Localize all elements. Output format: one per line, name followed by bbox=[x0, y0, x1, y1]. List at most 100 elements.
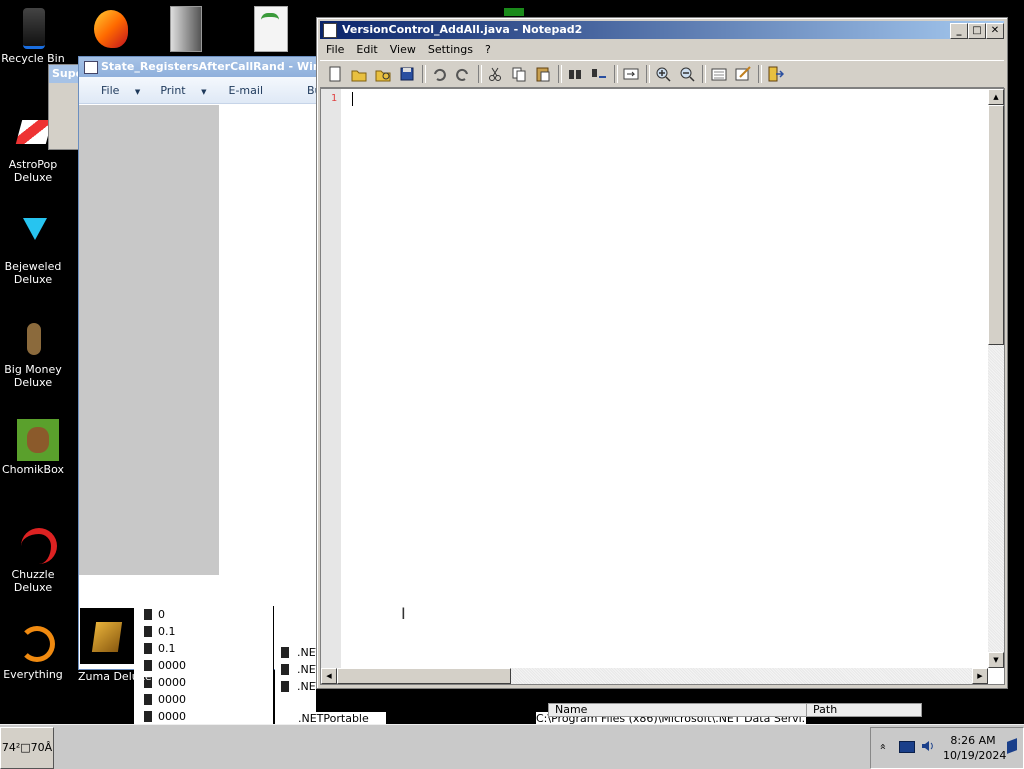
registry-value-icon bbox=[144, 643, 152, 654]
horizontal-scroll-thumb[interactable] bbox=[337, 668, 511, 684]
desktop-icon-label: Zuma Deluxe bbox=[78, 670, 152, 683]
menu-settings[interactable]: Settings bbox=[422, 41, 479, 59]
desktop-icon-chomikbox[interactable]: ChomikBox bbox=[0, 419, 66, 476]
zoom-in-icon[interactable] bbox=[654, 65, 672, 83]
list-item-label: 0.1 bbox=[158, 642, 176, 655]
tray-expand-chevron-icon[interactable]: » bbox=[876, 743, 889, 750]
zoom-out-icon[interactable] bbox=[678, 65, 696, 83]
start-button[interactable]: 74²□70Â bbox=[0, 727, 54, 769]
list-item[interactable]: 0.1 bbox=[134, 623, 274, 640]
chuzzle-icon bbox=[13, 524, 57, 564]
customize-icon[interactable] bbox=[734, 65, 752, 83]
replace-icon[interactable] bbox=[590, 65, 608, 83]
menu-edit[interactable]: Edit bbox=[350, 41, 383, 59]
word-wrap-icon[interactable] bbox=[622, 65, 640, 83]
desktop-icon-label: Big Money Deluxe bbox=[4, 363, 62, 389]
list-item[interactable]: .NET bbox=[275, 661, 322, 678]
scroll-right-button[interactable]: ▶ bbox=[972, 668, 988, 684]
desktop-icon-bejeweled[interactable]: Bejeweled Deluxe bbox=[0, 216, 66, 286]
desktop-icon-everything[interactable]: Everything bbox=[0, 624, 66, 681]
volume-icon[interactable] bbox=[921, 739, 933, 753]
chevron-down-icon: ▼ bbox=[201, 87, 207, 96]
open-folder-icon[interactable] bbox=[350, 65, 368, 83]
cut-icon[interactable] bbox=[486, 65, 504, 83]
list-item[interactable]: .NET bbox=[275, 644, 322, 661]
toolbar-separator bbox=[702, 65, 706, 83]
action-center-icon[interactable] bbox=[1007, 738, 1017, 754]
list-item[interactable]: 0 bbox=[134, 606, 274, 623]
list-divider bbox=[273, 606, 274, 724]
column-header-name[interactable]: Name bbox=[548, 703, 814, 717]
list-item[interactable]: .NET bbox=[275, 678, 322, 695]
window-title-bar[interactable]: VersionControl_AddAll.java - Notepad2 _ … bbox=[320, 21, 1004, 39]
list-item[interactable]: 0000 bbox=[134, 674, 274, 691]
menu-help[interactable]: ? bbox=[479, 41, 497, 59]
firefox-icon bbox=[94, 10, 128, 48]
file-menu-button[interactable]: File ▼ bbox=[79, 84, 150, 97]
list-item[interactable]: 0.1 bbox=[134, 640, 274, 657]
copy-icon[interactable] bbox=[510, 65, 528, 83]
list-item[interactable]: .NETPortable bbox=[282, 712, 386, 724]
window-title: State_RegistersAfterCallRand - Windows P… bbox=[101, 60, 329, 73]
clock-time: 8:26 AM bbox=[950, 734, 996, 747]
minimize-button[interactable]: _ bbox=[950, 23, 968, 39]
menu-file[interactable]: File bbox=[320, 41, 350, 59]
menu-view[interactable]: View bbox=[384, 41, 422, 59]
registry-value-icon bbox=[144, 626, 152, 637]
folder-list-panel: .NET .NET .NET bbox=[275, 606, 322, 724]
desktop-icon-firefox[interactable] bbox=[90, 6, 134, 52]
scroll-up-button[interactable]: ▲ bbox=[988, 89, 1004, 105]
new-file-icon[interactable] bbox=[326, 65, 344, 83]
list-item[interactable]: 0000 bbox=[134, 691, 274, 708]
file-label: File bbox=[101, 83, 120, 97]
window-title: VersionControl_AddAll.java - Notepad2 bbox=[342, 23, 583, 36]
desktop-icon-label: AstroPop Deluxe bbox=[8, 158, 58, 184]
desktop-icon-big-money[interactable]: Big Money Deluxe bbox=[0, 319, 66, 389]
toolbar bbox=[320, 60, 1004, 88]
text-caret bbox=[352, 92, 353, 106]
everything-icon bbox=[13, 624, 55, 664]
network-icon[interactable] bbox=[899, 741, 915, 753]
window-title-bar[interactable]: State_RegistersAfterCallRand - Windows P… bbox=[79, 57, 329, 77]
redo-icon[interactable] bbox=[454, 65, 472, 83]
menu-bar: File Edit View Settings ? bbox=[320, 41, 497, 59]
save-icon[interactable] bbox=[398, 65, 416, 83]
vertical-scroll-thumb[interactable] bbox=[988, 105, 1004, 345]
list-item[interactable]: 0000 bbox=[134, 708, 274, 725]
desktop-icon-zuma[interactable]: Zuma Deluxe bbox=[78, 608, 152, 692]
command-bar: File ▼ Print ▼ E-mail Burn bbox=[79, 77, 333, 104]
column-header-path[interactable]: Path bbox=[806, 703, 922, 717]
list-item-label: 0000 bbox=[158, 693, 186, 706]
scroll-down-button[interactable]: ▼ bbox=[988, 652, 1004, 668]
list-item[interactable]: 0000 bbox=[134, 657, 274, 674]
photo-viewer-window[interactable]: State_RegistersAfterCallRand - Windows P… bbox=[78, 56, 333, 670]
exit-icon[interactable] bbox=[766, 65, 785, 83]
desktop-icon-document[interactable] bbox=[250, 6, 290, 52]
maximize-button[interactable]: □ bbox=[968, 23, 986, 39]
close-button[interactable]: ✕ bbox=[986, 23, 1004, 39]
vertical-scrollbar[interactable]: ▲ ▼ bbox=[988, 89, 1004, 668]
text-editor[interactable]: 1 ▲ ▼ ◀ ▶ I bbox=[320, 88, 1005, 685]
recycle-bin-icon bbox=[13, 8, 53, 49]
scroll-left-button[interactable]: ◀ bbox=[321, 668, 337, 684]
toolbar-separator bbox=[614, 65, 618, 83]
desktop-icon-folder[interactable] bbox=[166, 4, 206, 52]
list-item-label: 0000 bbox=[158, 659, 186, 672]
print-menu-button[interactable]: Print ▼ bbox=[150, 84, 216, 97]
browse-icon[interactable] bbox=[374, 65, 392, 83]
horizontal-scrollbar[interactable]: ◀ ▶ bbox=[321, 668, 988, 684]
notepad2-window[interactable]: VersionControl_AddAll.java - Notepad2 _ … bbox=[316, 17, 1008, 689]
list-item-label: 0000 bbox=[158, 710, 186, 723]
clock-date: 10/19/2024 bbox=[943, 749, 1007, 762]
email-button[interactable]: E-mail bbox=[217, 84, 274, 97]
scheme-icon[interactable] bbox=[710, 65, 728, 83]
document-icon bbox=[254, 6, 288, 52]
desktop-icon-chuzzle[interactable]: Chuzzle Deluxe bbox=[0, 524, 66, 594]
clock[interactable]: 8:26 AM 10/19/2024 bbox=[943, 733, 1007, 763]
find-icon[interactable] bbox=[566, 65, 584, 83]
astropop-icon bbox=[13, 114, 53, 154]
undo-icon[interactable] bbox=[430, 65, 448, 83]
registry-value-icon bbox=[144, 711, 152, 722]
paste-icon[interactable] bbox=[534, 65, 552, 83]
desktop-icon-recycle-bin[interactable]: Recycle Bin bbox=[0, 8, 66, 65]
